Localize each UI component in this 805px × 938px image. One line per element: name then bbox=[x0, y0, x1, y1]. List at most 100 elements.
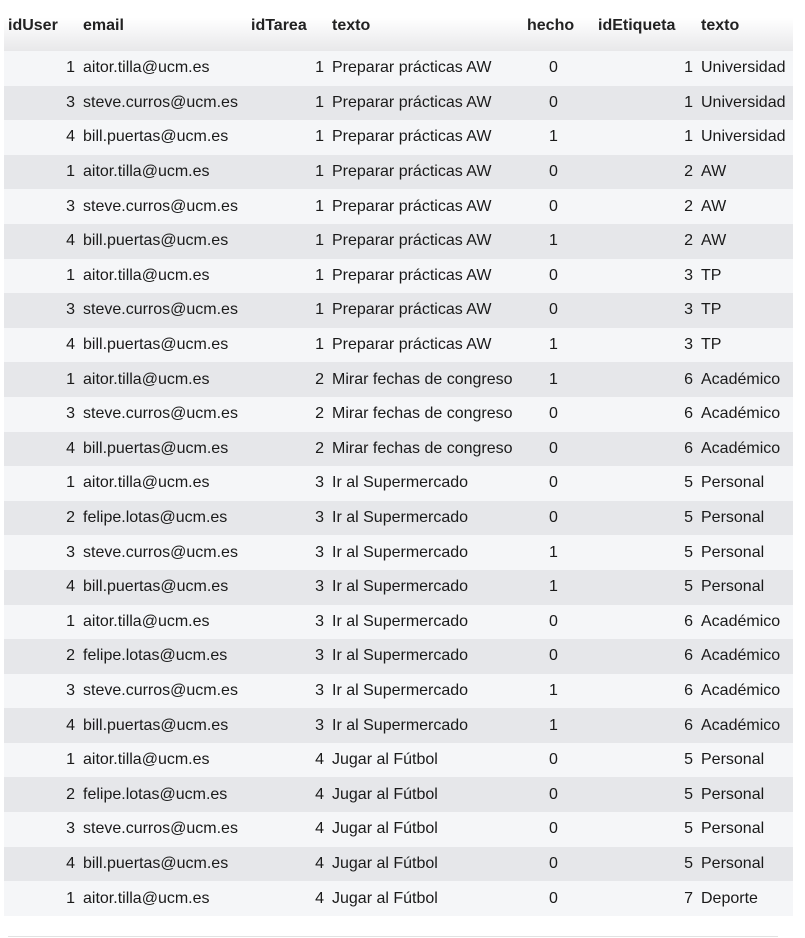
cell-hecho: 0 bbox=[523, 431, 594, 467]
table-row[interactable]: 1 aitor.tilla@ucm.es 3 Ir al Supermercado 0 5… bbox=[4, 466, 793, 501]
cell-email: bill.puertas@ucm.es bbox=[79, 431, 247, 467]
cell-idetiqueta: 6 bbox=[594, 673, 697, 709]
cell-iduser: 4 bbox=[4, 223, 79, 259]
table-row[interactable]: 4 bill.puertas@ucm.es 4 Jugar al Fútbol 0 5 Pe… bbox=[4, 846, 793, 882]
table-row[interactable]: 1 aitor.tilla@ucm.es 4 Jugar al Fútbol 0 5 Per… bbox=[4, 742, 793, 778]
cell-texto-tarea: Ir al Supermercado bbox=[328, 500, 523, 536]
cell-email: bill.puertas@ucm.es bbox=[79, 120, 247, 155]
cell-texto-etiqueta: Personal bbox=[697, 466, 793, 501]
table-row[interactable]: 1 aitor.tilla@ucm.es 2 Mirar fechas de cong… bbox=[4, 362, 793, 397]
cell-email: bill.puertas@ucm.es bbox=[79, 708, 247, 743]
cell-texto-etiqueta: Académico bbox=[697, 604, 793, 640]
cell-email: bill.puertas@ucm.es bbox=[79, 846, 247, 882]
column-header-email[interactable]: email bbox=[79, 0, 247, 51]
table-row[interactable]: 2 felipe.lotas@ucm.es 3 Ir al Supermercado 0… bbox=[4, 639, 793, 674]
cell-iduser: 2 bbox=[4, 500, 79, 536]
table-row[interactable]: 1 aitor.tilla@ucm.es 1 Preparar prácticas A… bbox=[4, 51, 793, 86]
table-row[interactable]: 2 felipe.lotas@ucm.es 4 Jugar al Fútbol 0 5 Pe… bbox=[4, 777, 793, 813]
table-row[interactable]: 2 felipe.lotas@ucm.es 3 Ir al Supermercado 0… bbox=[4, 500, 793, 536]
table-row[interactable]: 3 steve.curros@ucm.es 3 Ir al Supermercado 1… bbox=[4, 673, 793, 709]
table-row[interactable]: 3 steve.curros@ucm.es 1 Preparar prácticas … bbox=[4, 189, 793, 224]
cell-texto-tarea: Ir al Supermercado bbox=[328, 604, 523, 640]
table-row[interactable]: 1 aitor.tilla@ucm.es 4 Jugar al Fútbol 0 7 Dep… bbox=[4, 881, 793, 916]
cell-texto-tarea: Preparar prácticas AW bbox=[328, 258, 523, 294]
column-header-idtarea[interactable]: idTarea bbox=[247, 0, 328, 51]
table-row[interactable]: 3 steve.curros@ucm.es 3 Ir al Supermercado 1… bbox=[4, 535, 793, 570]
cell-texto-etiqueta: TP bbox=[697, 327, 793, 363]
cell-email: steve.curros@ucm.es bbox=[79, 293, 247, 328]
cell-hecho: 1 bbox=[523, 362, 594, 397]
table-header: idUser email idTarea texto hecho idEtiqueta te… bbox=[4, 0, 793, 51]
cell-idtarea: 4 bbox=[247, 777, 328, 813]
table-row[interactable]: 3 steve.curros@ucm.es 4 Jugar al Fútbol 0 5 Pe… bbox=[4, 812, 793, 847]
cell-email: bill.puertas@ucm.es bbox=[79, 569, 247, 605]
table-row[interactable]: 4 bill.puertas@ucm.es 1 Preparar prácticas … bbox=[4, 120, 793, 155]
table-row[interactable]: 4 bill.puertas@ucm.es 2 Mirar fechas de con… bbox=[4, 431, 793, 467]
table-row[interactable]: 3 steve.curros@ucm.es 2 Mirar fechas de con… bbox=[4, 396, 793, 432]
cell-texto-etiqueta: Académico bbox=[697, 431, 793, 467]
cell-hecho: 1 bbox=[523, 535, 594, 570]
cell-iduser: 4 bbox=[4, 846, 79, 882]
cell-texto-tarea: Mirar fechas de congreso bbox=[328, 396, 523, 432]
cell-hecho: 0 bbox=[523, 604, 594, 640]
cell-texto-etiqueta: Académico bbox=[697, 639, 793, 674]
cell-texto-tarea: Ir al Supermercado bbox=[328, 708, 523, 743]
cell-idtarea: 3 bbox=[247, 466, 328, 501]
column-header-hecho[interactable]: hecho bbox=[523, 0, 594, 51]
cell-idtarea: 4 bbox=[247, 881, 328, 916]
cell-iduser: 3 bbox=[4, 189, 79, 224]
cell-idetiqueta: 6 bbox=[594, 396, 697, 432]
cell-iduser: 1 bbox=[4, 362, 79, 397]
results-table-container: idUser email idTarea texto hecho idEtiqueta te… bbox=[4, 0, 793, 916]
cell-iduser: 1 bbox=[4, 466, 79, 501]
cell-hecho: 1 bbox=[523, 708, 594, 743]
cell-iduser: 1 bbox=[4, 604, 79, 640]
column-header-iduser[interactable]: idUser bbox=[4, 0, 79, 51]
table-row[interactable]: 4 bill.puertas@ucm.es 1 Preparar prácticas … bbox=[4, 223, 793, 259]
cell-iduser: 3 bbox=[4, 293, 79, 328]
cell-hecho: 1 bbox=[523, 569, 594, 605]
cell-texto-etiqueta: Personal bbox=[697, 777, 793, 813]
cell-texto-tarea: Preparar prácticas AW bbox=[328, 120, 523, 155]
cell-texto-tarea: Jugar al Fútbol bbox=[328, 812, 523, 847]
cell-idetiqueta: 2 bbox=[594, 154, 697, 190]
cell-hecho: 0 bbox=[523, 812, 594, 847]
cell-texto-tarea: Ir al Supermercado bbox=[328, 673, 523, 709]
cell-hecho: 0 bbox=[523, 639, 594, 674]
cell-texto-tarea: Preparar prácticas AW bbox=[328, 189, 523, 224]
table-row[interactable]: 3 steve.curros@ucm.es 1 Preparar prácticas … bbox=[4, 293, 793, 328]
cell-hecho: 0 bbox=[523, 189, 594, 224]
table-row[interactable]: 1 aitor.tilla@ucm.es 1 Preparar prácticas A… bbox=[4, 154, 793, 190]
cell-idtarea: 1 bbox=[247, 120, 328, 155]
cell-idtarea: 1 bbox=[247, 85, 328, 121]
cell-iduser: 1 bbox=[4, 258, 79, 294]
cell-texto-tarea: Preparar prácticas AW bbox=[328, 223, 523, 259]
table-row[interactable]: 3 steve.curros@ucm.es 1 Preparar prácticas … bbox=[4, 85, 793, 121]
cell-email: aitor.tilla@ucm.es bbox=[79, 881, 247, 916]
cell-texto-etiqueta: AW bbox=[697, 223, 793, 259]
cell-texto-tarea: Preparar prácticas AW bbox=[328, 51, 523, 86]
table-row[interactable]: 4 bill.puertas@ucm.es 3 Ir al Supermercado 1… bbox=[4, 708, 793, 743]
cell-idetiqueta: 5 bbox=[594, 500, 697, 536]
column-header-texto-tarea[interactable]: texto bbox=[328, 0, 523, 51]
column-header-texto-etiqueta[interactable]: texto bbox=[697, 0, 793, 51]
cell-texto-tarea: Preparar prácticas AW bbox=[328, 327, 523, 363]
cell-iduser: 1 bbox=[4, 154, 79, 190]
cell-idtarea: 3 bbox=[247, 604, 328, 640]
header-row: idUser email idTarea texto hecho idEtiqueta te… bbox=[4, 0, 793, 51]
cell-iduser: 1 bbox=[4, 881, 79, 916]
cell-hecho: 0 bbox=[523, 154, 594, 190]
cell-idtarea: 1 bbox=[247, 154, 328, 190]
cell-texto-etiqueta: Académico bbox=[697, 362, 793, 397]
table-row[interactable]: 1 aitor.tilla@ucm.es 1 Preparar prácticas A… bbox=[4, 258, 793, 294]
cell-texto-tarea: Preparar prácticas AW bbox=[328, 293, 523, 328]
cell-idetiqueta: 5 bbox=[594, 742, 697, 778]
column-header-idetiqueta[interactable]: idEtiqueta bbox=[594, 0, 697, 51]
table-row[interactable]: 1 aitor.tilla@ucm.es 3 Ir al Supermercado 0 6… bbox=[4, 604, 793, 640]
table-row[interactable]: 4 bill.puertas@ucm.es 1 Preparar prácticas … bbox=[4, 327, 793, 363]
cell-email: aitor.tilla@ucm.es bbox=[79, 362, 247, 397]
cell-texto-etiqueta: Deporte bbox=[697, 881, 793, 916]
table-row[interactable]: 4 bill.puertas@ucm.es 3 Ir al Supermercado 1… bbox=[4, 569, 793, 605]
cell-texto-etiqueta: Personal bbox=[697, 846, 793, 882]
cell-hecho: 0 bbox=[523, 777, 594, 813]
